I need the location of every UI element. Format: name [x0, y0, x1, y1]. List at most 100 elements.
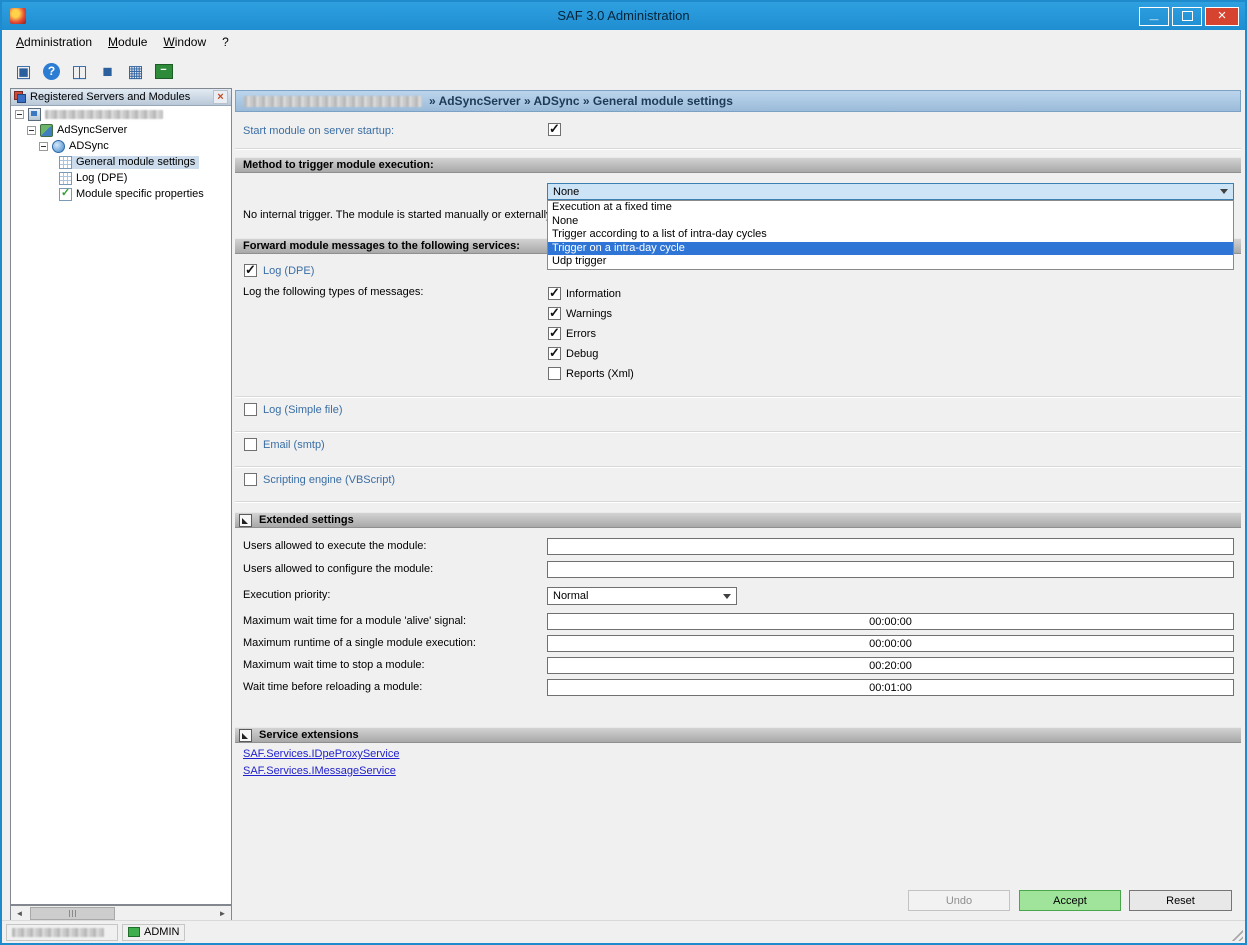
scroll-thumb[interactable]	[30, 907, 115, 920]
collapse-icon[interactable]	[27, 126, 36, 135]
server-computer-icon	[28, 108, 41, 121]
accept-button[interactable]: Accept	[1019, 890, 1121, 911]
undo-button[interactable]: Undo	[908, 890, 1010, 911]
log-type-warnings-checkbox[interactable]	[548, 307, 561, 320]
dropdown-option[interactable]: Udp trigger	[548, 255, 1233, 269]
app-window: SAF 3.0 Administration Administration Mo…	[0, 0, 1247, 945]
tree-item-adsync[interactable]: ADSync	[11, 138, 231, 154]
trigger-combobox-value: None	[553, 186, 579, 198]
tree-header: Registered Servers and Modules	[11, 89, 231, 106]
console-button[interactable]	[150, 58, 177, 85]
windows-layout-icon: ◫	[71, 63, 87, 80]
settings-panel: » AdSyncServer » ADSync » General module…	[235, 90, 1241, 912]
grid-view-button[interactable]: ▦	[122, 58, 149, 85]
users-execute-input[interactable]	[547, 538, 1234, 555]
tree-header-label: Registered Servers and Modules	[30, 91, 190, 103]
register-server-icon: ▣	[15, 63, 31, 80]
windows-layout-button[interactable]: ◫	[66, 58, 93, 85]
close-button[interactable]	[1205, 7, 1239, 26]
log-simple-file-label: Log (Simple file)	[263, 404, 342, 416]
collapse-icon[interactable]	[39, 142, 48, 151]
menu-item-administration[interactable]: Administration	[8, 32, 100, 52]
resize-grip[interactable]	[1229, 927, 1243, 941]
dropdown-option[interactable]: Trigger according to a list of intra-day…	[548, 228, 1233, 242]
log-type-errors-label: Errors	[566, 328, 596, 340]
service-icon	[40, 124, 53, 137]
separator	[235, 431, 1241, 432]
panel-icon: ■	[102, 63, 112, 80]
help-icon	[43, 63, 60, 80]
log-dpe-checkbox[interactable]	[244, 264, 257, 277]
connection-status-icon	[128, 927, 140, 937]
tree-item-module-specific-properties[interactable]: Module specific properties	[11, 186, 231, 202]
service-link-message[interactable]: SAF.Services.IMessageService	[243, 765, 396, 777]
log-type-debug-label: Debug	[566, 348, 598, 360]
collapse-icon[interactable]	[15, 110, 24, 119]
statusbar-user-cell: ADMIN	[122, 924, 185, 941]
separator	[235, 501, 1241, 502]
console-icon	[155, 64, 173, 79]
log-type-information-checkbox[interactable]	[548, 287, 561, 300]
tree-panel: Registered Servers and Modules AdSyncSer…	[10, 88, 232, 905]
log-type-debug-checkbox[interactable]	[548, 347, 561, 360]
redacted-server-name	[45, 110, 163, 119]
log-type-reports-label: Reports (Xml)	[566, 368, 634, 380]
panel-button[interactable]: ■	[94, 58, 121, 85]
alive-wait-input[interactable]	[547, 613, 1234, 630]
service-link-dpeproxy[interactable]: SAF.Services.IDpeProxyService	[243, 748, 400, 760]
startup-label: Start module on server startup:	[243, 125, 394, 137]
scripting-engine-label: Scripting engine (VBScript)	[263, 474, 395, 486]
statusbar: ADMIN	[2, 920, 1245, 943]
statusbar-server-cell	[6, 924, 118, 941]
dropdown-option[interactable]: Execution at a fixed time	[548, 201, 1233, 215]
field-label-alive-wait: Maximum wait time for a module 'alive' s…	[243, 615, 466, 627]
startup-checkbox[interactable]	[548, 123, 561, 136]
menu-item-window[interactable]: Window	[155, 32, 214, 52]
log-type-warnings-label: Warnings	[566, 308, 612, 320]
reset-button[interactable]: Reset	[1129, 890, 1232, 911]
tree-close-icon[interactable]	[213, 90, 228, 104]
chevron-down-icon	[723, 594, 731, 599]
scripting-engine-checkbox[interactable]	[244, 473, 257, 486]
tree-item-adsyncserver[interactable]: AdSyncServer	[11, 122, 231, 138]
menu-item-help[interactable]: ?	[214, 32, 237, 52]
tree-item-label: AdSyncServer	[57, 124, 127, 136]
field-label-reload-wait: Wait time before reloading a module:	[243, 681, 422, 693]
max-runtime-input[interactable]	[547, 635, 1234, 652]
tree-item-server-root[interactable]	[11, 106, 231, 122]
settings-icon	[59, 156, 72, 169]
redacted-breadcrumb-server	[244, 96, 422, 107]
stop-wait-input[interactable]	[547, 657, 1234, 674]
trigger-combobox[interactable]: None	[547, 183, 1234, 200]
priority-select[interactable]: Normal	[547, 587, 737, 605]
collapse-toggle-icon[interactable]	[239, 514, 252, 527]
trigger-dropdown-list: Execution at a fixed time None Trigger a…	[547, 200, 1234, 270]
scroll-right-icon[interactable]	[214, 906, 231, 921]
field-label-users-configure: Users allowed to configure the module:	[243, 563, 433, 575]
scroll-left-icon[interactable]	[11, 906, 28, 921]
tree-item-general-module-settings[interactable]: General module settings	[11, 154, 231, 170]
email-smtp-checkbox[interactable]	[244, 438, 257, 451]
tree-item-label: ADSync	[69, 140, 109, 152]
window-titlebar: SAF 3.0 Administration	[2, 2, 1245, 30]
properties-icon	[59, 188, 72, 201]
reload-wait-input[interactable]	[547, 679, 1234, 696]
register-server-button[interactable]: ▣	[10, 58, 37, 85]
collapse-toggle-icon[interactable]	[239, 729, 252, 742]
section-header-extended: Extended settings	[235, 512, 1241, 528]
tree-item-label: General module settings	[76, 156, 195, 168]
maximize-button[interactable]	[1172, 7, 1202, 26]
dropdown-option[interactable]: None	[548, 215, 1233, 229]
log-type-reports-checkbox[interactable]	[548, 367, 561, 380]
log-simple-file-checkbox[interactable]	[244, 403, 257, 416]
separator	[235, 396, 1241, 397]
minimize-button[interactable]	[1139, 7, 1169, 26]
dropdown-option-highlighted[interactable]: Trigger on a intra-day cycle	[548, 242, 1233, 256]
menu-item-module[interactable]: Module	[100, 32, 155, 52]
log-icon	[59, 172, 72, 185]
grid-view-icon: ▦	[127, 63, 143, 80]
tree-item-log-dpe[interactable]: Log (DPE)	[11, 170, 231, 186]
help-button[interactable]	[38, 58, 65, 85]
log-type-errors-checkbox[interactable]	[548, 327, 561, 340]
users-configure-input[interactable]	[547, 561, 1234, 578]
